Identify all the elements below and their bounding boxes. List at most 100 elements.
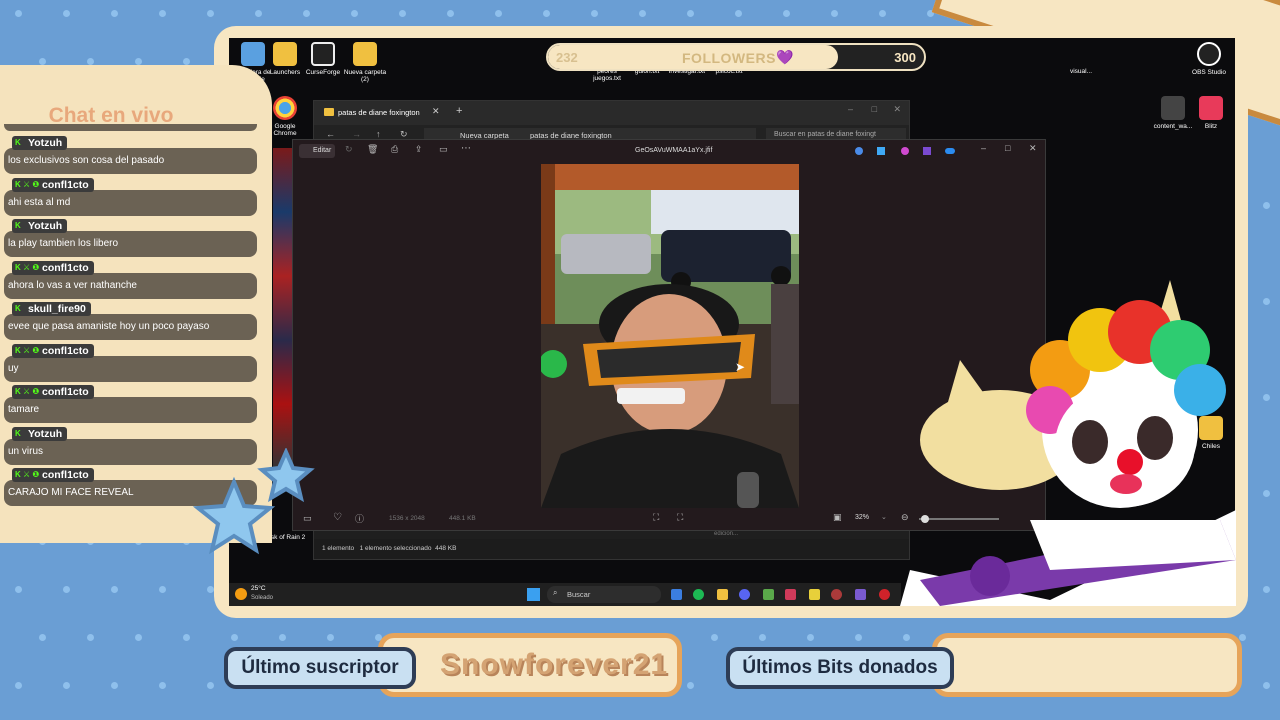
app-icon[interactable] <box>855 589 866 600</box>
chat-message-text: evee que pasa amaniste hoy un poco payas… <box>8 321 210 332</box>
fit-icon[interactable]: ⛶ <box>653 512 659 523</box>
background-dot <box>879 10 886 17</box>
weather-temp[interactable]: 25°C <box>251 585 266 592</box>
background-dot <box>159 586 166 593</box>
taskbar-search[interactable]: ⌕ Buscar <box>547 586 661 603</box>
explorer-statusbar: 1 elemento 1 elemento seleccionado 448 K… <box>314 531 909 559</box>
chat-username[interactable]: K ⚔ ❶ confl1cto <box>12 385 94 399</box>
chat-username[interactable]: Kskull_fire90 <box>12 302 91 316</box>
minimize-icon[interactable]: – <box>981 143 986 153</box>
crop-icon[interactable]: ⛶ <box>677 512 683 523</box>
app-icon[interactable] <box>809 589 820 600</box>
forward-icon[interactable]: → <box>352 129 361 139</box>
chat-username[interactable]: K Yotzuh <box>12 219 68 233</box>
close-icon[interactable]: ✕ <box>1029 143 1037 154</box>
chat-message-text: tamare <box>8 404 40 415</box>
background-dot <box>207 10 214 17</box>
app-icon[interactable] <box>831 589 842 600</box>
app-icon[interactable] <box>785 589 796 600</box>
image-dimensions: 1536 x 2048 <box>389 515 425 522</box>
background-dot <box>399 10 406 17</box>
background-dot <box>447 10 454 17</box>
back-icon[interactable]: ← <box>326 129 335 139</box>
last-bits-label: Últimos Bits donados <box>726 647 954 689</box>
app-icon[interactable] <box>923 147 931 155</box>
maximize-icon[interactable]: □ <box>872 104 877 114</box>
background-dot <box>63 586 70 593</box>
favorite-icon[interactable]: ♡ <box>333 512 342 523</box>
more-icon[interactable]: ⋯ <box>461 143 471 154</box>
background-dot <box>591 10 598 17</box>
minimize-icon[interactable]: – <box>848 104 853 114</box>
heart-icon: 💜 <box>776 49 794 65</box>
background-dot <box>783 10 790 17</box>
desktop-icons-column <box>273 148 293 468</box>
opera-icon[interactable] <box>879 589 890 600</box>
chat-username[interactable]: K Yotzuh <box>12 136 68 150</box>
chat-message-text: ahi esta al md <box>8 196 71 208</box>
mouse-cursor-icon: ➤ <box>735 360 746 374</box>
search-icon: ⌕ <box>553 588 558 597</box>
zoom-level[interactable]: 32% <box>855 514 869 521</box>
chat-username[interactable]: K ⚔ ❶ confl1cto <box>12 468 94 482</box>
folder-icon[interactable] <box>717 589 728 600</box>
background-dot <box>255 10 262 17</box>
chevron-down-icon[interactable]: ⌄ <box>881 513 887 521</box>
close-icon[interactable]: ✕ <box>893 104 901 115</box>
explorer-tab-title[interactable]: patas de diane foxington <box>338 108 420 117</box>
background-dot <box>303 10 310 17</box>
chat-message: tamare <box>4 397 257 423</box>
delete-icon[interactable]: 🗑 <box>367 144 378 155</box>
background-dot <box>135 58 142 65</box>
followers-goal-bar: 232 FOLLOWERS 💜 300 <box>546 43 926 71</box>
discord-icon[interactable] <box>739 589 750 600</box>
new-tab-icon[interactable]: + <box>456 105 462 117</box>
app-icon[interactable] <box>763 589 774 600</box>
followers-current: 232 <box>556 50 578 65</box>
desktop-icon-nueva-carpeta[interactable]: Nueva carpeta (2) <box>343 42 387 84</box>
desktop-icon-obs[interactable]: OBS Studio <box>1187 42 1231 76</box>
chrome-icon <box>273 96 297 120</box>
maximize-icon[interactable]: □ <box>1005 143 1010 153</box>
star-decoration <box>192 448 315 555</box>
desktop-file-visual[interactable]: visual... <box>1059 68 1103 75</box>
onedrive-icon[interactable] <box>945 148 955 154</box>
background-dot <box>183 58 190 65</box>
app-icon[interactable] <box>877 147 885 155</box>
share-icon[interactable]: ⇪ <box>415 144 423 155</box>
close-tab-icon[interactable]: ✕ <box>432 106 440 117</box>
edit-button[interactable]: Editar <box>299 144 335 158</box>
chat-username[interactable]: K ⚔ ❶ confl1cto <box>12 260 94 275</box>
desktop-icon-curseforge[interactable]: CurseForge <box>301 42 345 76</box>
app-icon[interactable] <box>901 147 909 155</box>
chat-badges: K <box>15 221 21 230</box>
up-icon[interactable]: ↑ <box>376 129 381 139</box>
slideshow-icon[interactable]: ▭ <box>439 144 448 155</box>
weather-desc[interactable]: Soleado <box>251 595 273 601</box>
desktop-icon-blitz[interactable]: Blitz <box>1189 96 1233 130</box>
chat-username[interactable]: K Yotzuh <box>12 426 68 441</box>
windows-start-icon[interactable] <box>527 588 540 601</box>
chat-message-text: la play tambien los libero <box>8 238 119 249</box>
background-dot <box>1263 298 1270 305</box>
screen-icon[interactable]: ▣ <box>833 512 842 523</box>
chat-message: ahi esta al md <box>4 189 257 216</box>
chat-message-text: uy <box>8 362 19 374</box>
rotate-icon[interactable]: ↻ <box>345 144 353 155</box>
spotify-icon[interactable] <box>693 589 704 600</box>
chat-message: los exclusivos son cosa del pasado <box>4 148 257 174</box>
viewer-filename: GeOsAVuWMAA1aYx.jfif <box>635 147 713 154</box>
folder-icon <box>353 42 377 66</box>
folder-icon <box>324 108 334 116</box>
info-icon[interactable]: ⓘ <box>355 512 364 525</box>
chat-username[interactable]: K ⚔ ❶ confl1cto <box>12 343 94 358</box>
background-dot <box>207 586 214 593</box>
background-dot <box>63 10 70 17</box>
background-dot <box>1263 394 1270 401</box>
app-icon[interactable] <box>671 589 682 600</box>
background-dot <box>1263 586 1270 593</box>
app-icon[interactable] <box>855 147 863 155</box>
print-icon[interactable]: ⎙ <box>391 144 398 155</box>
chat-username[interactable]: K ⚔ ❶ confl1cto <box>12 177 94 192</box>
chat-message: uy <box>4 355 257 382</box>
